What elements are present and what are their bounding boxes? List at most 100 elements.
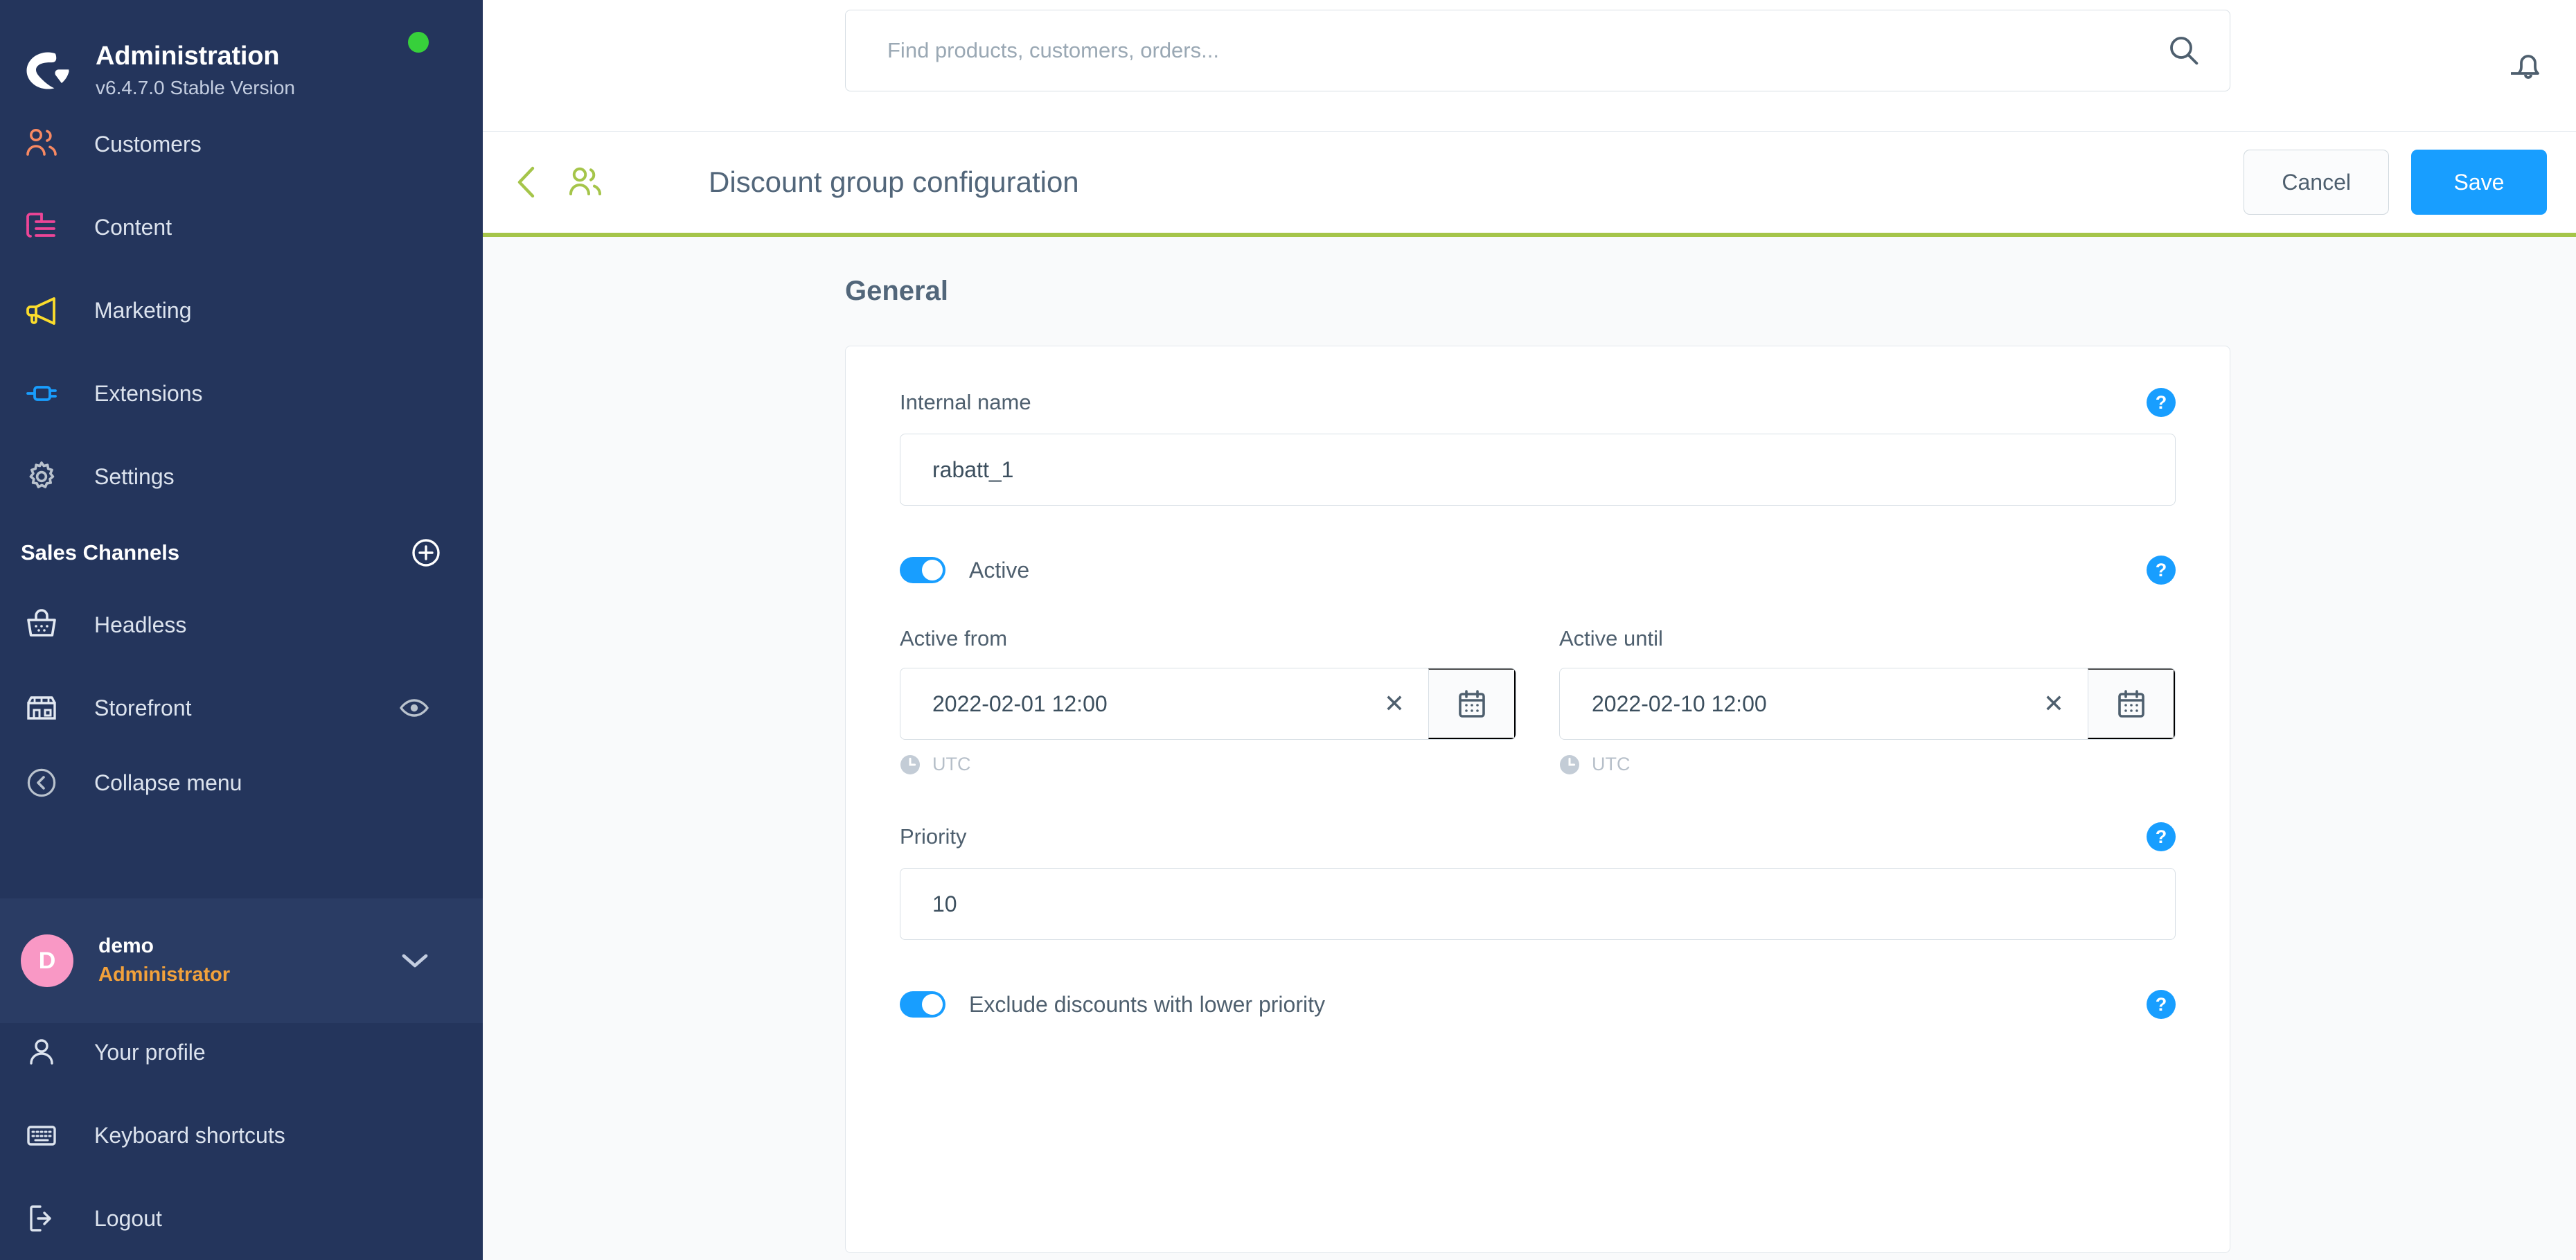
help-icon[interactable]: ? [2147,990,2176,1019]
plus-circle-icon[interactable] [411,538,441,568]
active-from-timezone: UTC [900,754,1516,775]
sales-channel-storefront[interactable]: Storefront [0,666,483,749]
exclude-lower-priority-label: Exclude discounts with lower priority [969,991,1325,1017]
app-title: Administration [96,42,280,71]
marketing-megaphone-icon [21,291,62,330]
timezone-label: UTC [1592,754,1631,774]
field-internal-name: Internal name ? [900,388,2176,506]
bell-icon[interactable] [2511,48,2546,84]
active-from-label: Active from [900,626,1008,650]
sidebar-item-label: Extensions [94,380,203,406]
active-until-value[interactable]: 2022-02-10 12:00 [1592,691,1767,717]
sidebar-item-label: Marketing [94,297,192,323]
shopware-logo-icon [24,46,73,96]
customer-group-icon[interactable] [566,164,605,200]
page-actions: Cancel Save [2244,150,2547,215]
clock-icon [900,754,921,775]
sidebar-header: Administration v6.4.7.0 Stable Version [0,0,483,118]
menu-item-logout[interactable]: Logout [0,1177,483,1260]
sidebar: Administration v6.4.7.0 Stable Version C… [0,0,483,1260]
sidebar-item-label: Settings [94,463,175,489]
clock-icon [1559,754,1580,775]
keyboard-icon [21,1116,62,1155]
customers-icon [21,125,62,163]
sales-channels-header: Sales Channels [0,518,483,583]
basket-icon [21,605,62,644]
field-priority: Priority ? [900,822,2176,940]
user-role: Administrator [98,963,231,986]
page-header: Discount group configuration Cancel Save [483,132,2576,237]
collapse-menu-item[interactable]: Collapse menu [0,749,483,816]
field-active-from: Active from 2022-02-01 12:00 ✕ UTC [900,626,1516,775]
field-active-until: Active until 2022-02-10 12:00 ✕ UTC [1559,626,2176,775]
sales-channel-headless[interactable]: Headless [0,583,483,666]
menu-item-your-profile[interactable]: Your profile [0,1011,483,1094]
menu-item-label: Your profile [94,1039,206,1065]
active-until-timezone: UTC [1559,754,2176,775]
sidebar-title-block: Administration v6.4.7.0 Stable Version [96,42,295,99]
priority-input[interactable] [900,868,2176,940]
application-root: Administration v6.4.7.0 Stable Version C… [0,0,2576,1260]
collapse-menu-label: Collapse menu [94,770,242,795]
chevron-left-icon[interactable] [513,164,541,200]
active-label: Active [969,557,1030,583]
search-input[interactable] [845,10,2230,91]
exclude-lower-priority-toggle[interactable] [900,991,945,1018]
field-active: Active ? [900,556,2176,585]
timezone-label: UTC [932,754,971,774]
close-icon[interactable]: ✕ [1384,691,1405,716]
extensions-plug-icon [21,374,62,413]
main-area: Discount group configuration Cancel Save… [483,0,2576,1260]
menu-item-keyboard-shortcuts[interactable]: Keyboard shortcuts [0,1094,483,1177]
active-toggle[interactable] [900,557,945,583]
internal-name-input[interactable] [900,434,2176,506]
page-content: General Internal name ? Active [483,276,2576,1260]
sales-channels-title: Sales Channels [21,540,180,565]
user-menu: Your profile Keyboard shortcuts Logout [0,1011,483,1260]
date-range-row: Active from 2022-02-01 12:00 ✕ UTC Activ… [900,626,2176,775]
sidebar-item-settings[interactable]: Settings [0,435,483,518]
calendar-icon[interactable] [2088,668,2175,739]
sidebar-item-extensions[interactable]: Extensions [0,352,483,435]
general-settings-card: Internal name ? Active ? Acti [845,346,2230,1253]
global-search [845,10,2230,91]
avatar: D [21,934,73,987]
section-title-general: General [845,276,948,306]
user-meta: demo Administrator [98,933,230,988]
status-indicator-dot [408,32,429,53]
sales-channel-label: Storefront [94,695,192,720]
active-from-value[interactable]: 2022-02-01 12:00 [932,691,1108,717]
internal-name-label: Internal name [900,390,1031,414]
logout-icon [21,1199,62,1238]
eye-icon[interactable] [400,698,429,718]
user-profile-box[interactable]: D demo Administrator [0,898,483,1023]
app-version: v6.4.7.0 Stable Version [96,77,295,99]
help-icon[interactable]: ? [2147,822,2176,851]
sidebar-item-marketing[interactable]: Marketing [0,269,483,352]
sidebar-item-content[interactable]: Content [0,186,483,269]
chevron-left-circle-icon [21,763,62,802]
chevron-down-icon[interactable] [401,952,429,969]
help-icon[interactable]: ? [2147,556,2176,585]
menu-item-label: Logout [94,1205,162,1231]
sales-channel-label: Headless [94,612,187,637]
search-icon[interactable] [2168,35,2200,66]
close-icon[interactable]: ✕ [2043,691,2064,716]
sidebar-navigation: Customers Content Marketing Extensions S… [0,103,483,518]
topbar [483,0,2576,132]
content-icon [21,208,62,247]
menu-item-label: Keyboard shortcuts [94,1122,285,1148]
person-icon [21,1033,62,1072]
user-name: demo [98,934,154,958]
storefront-icon [21,689,62,727]
calendar-icon[interactable] [1428,668,1516,739]
active-until-label: Active until [1559,626,1663,650]
page-title: Discount group configuration [709,166,1079,198]
priority-label: Priority [900,824,967,849]
help-icon[interactable]: ? [2147,388,2176,417]
cancel-button[interactable]: Cancel [2244,150,2389,215]
sidebar-item-label: Content [94,214,172,240]
save-button[interactable]: Save [2411,150,2547,215]
sidebar-item-label: Customers [94,131,202,157]
field-exclude-lower-priority: Exclude discounts with lower priority ? [900,990,2176,1019]
